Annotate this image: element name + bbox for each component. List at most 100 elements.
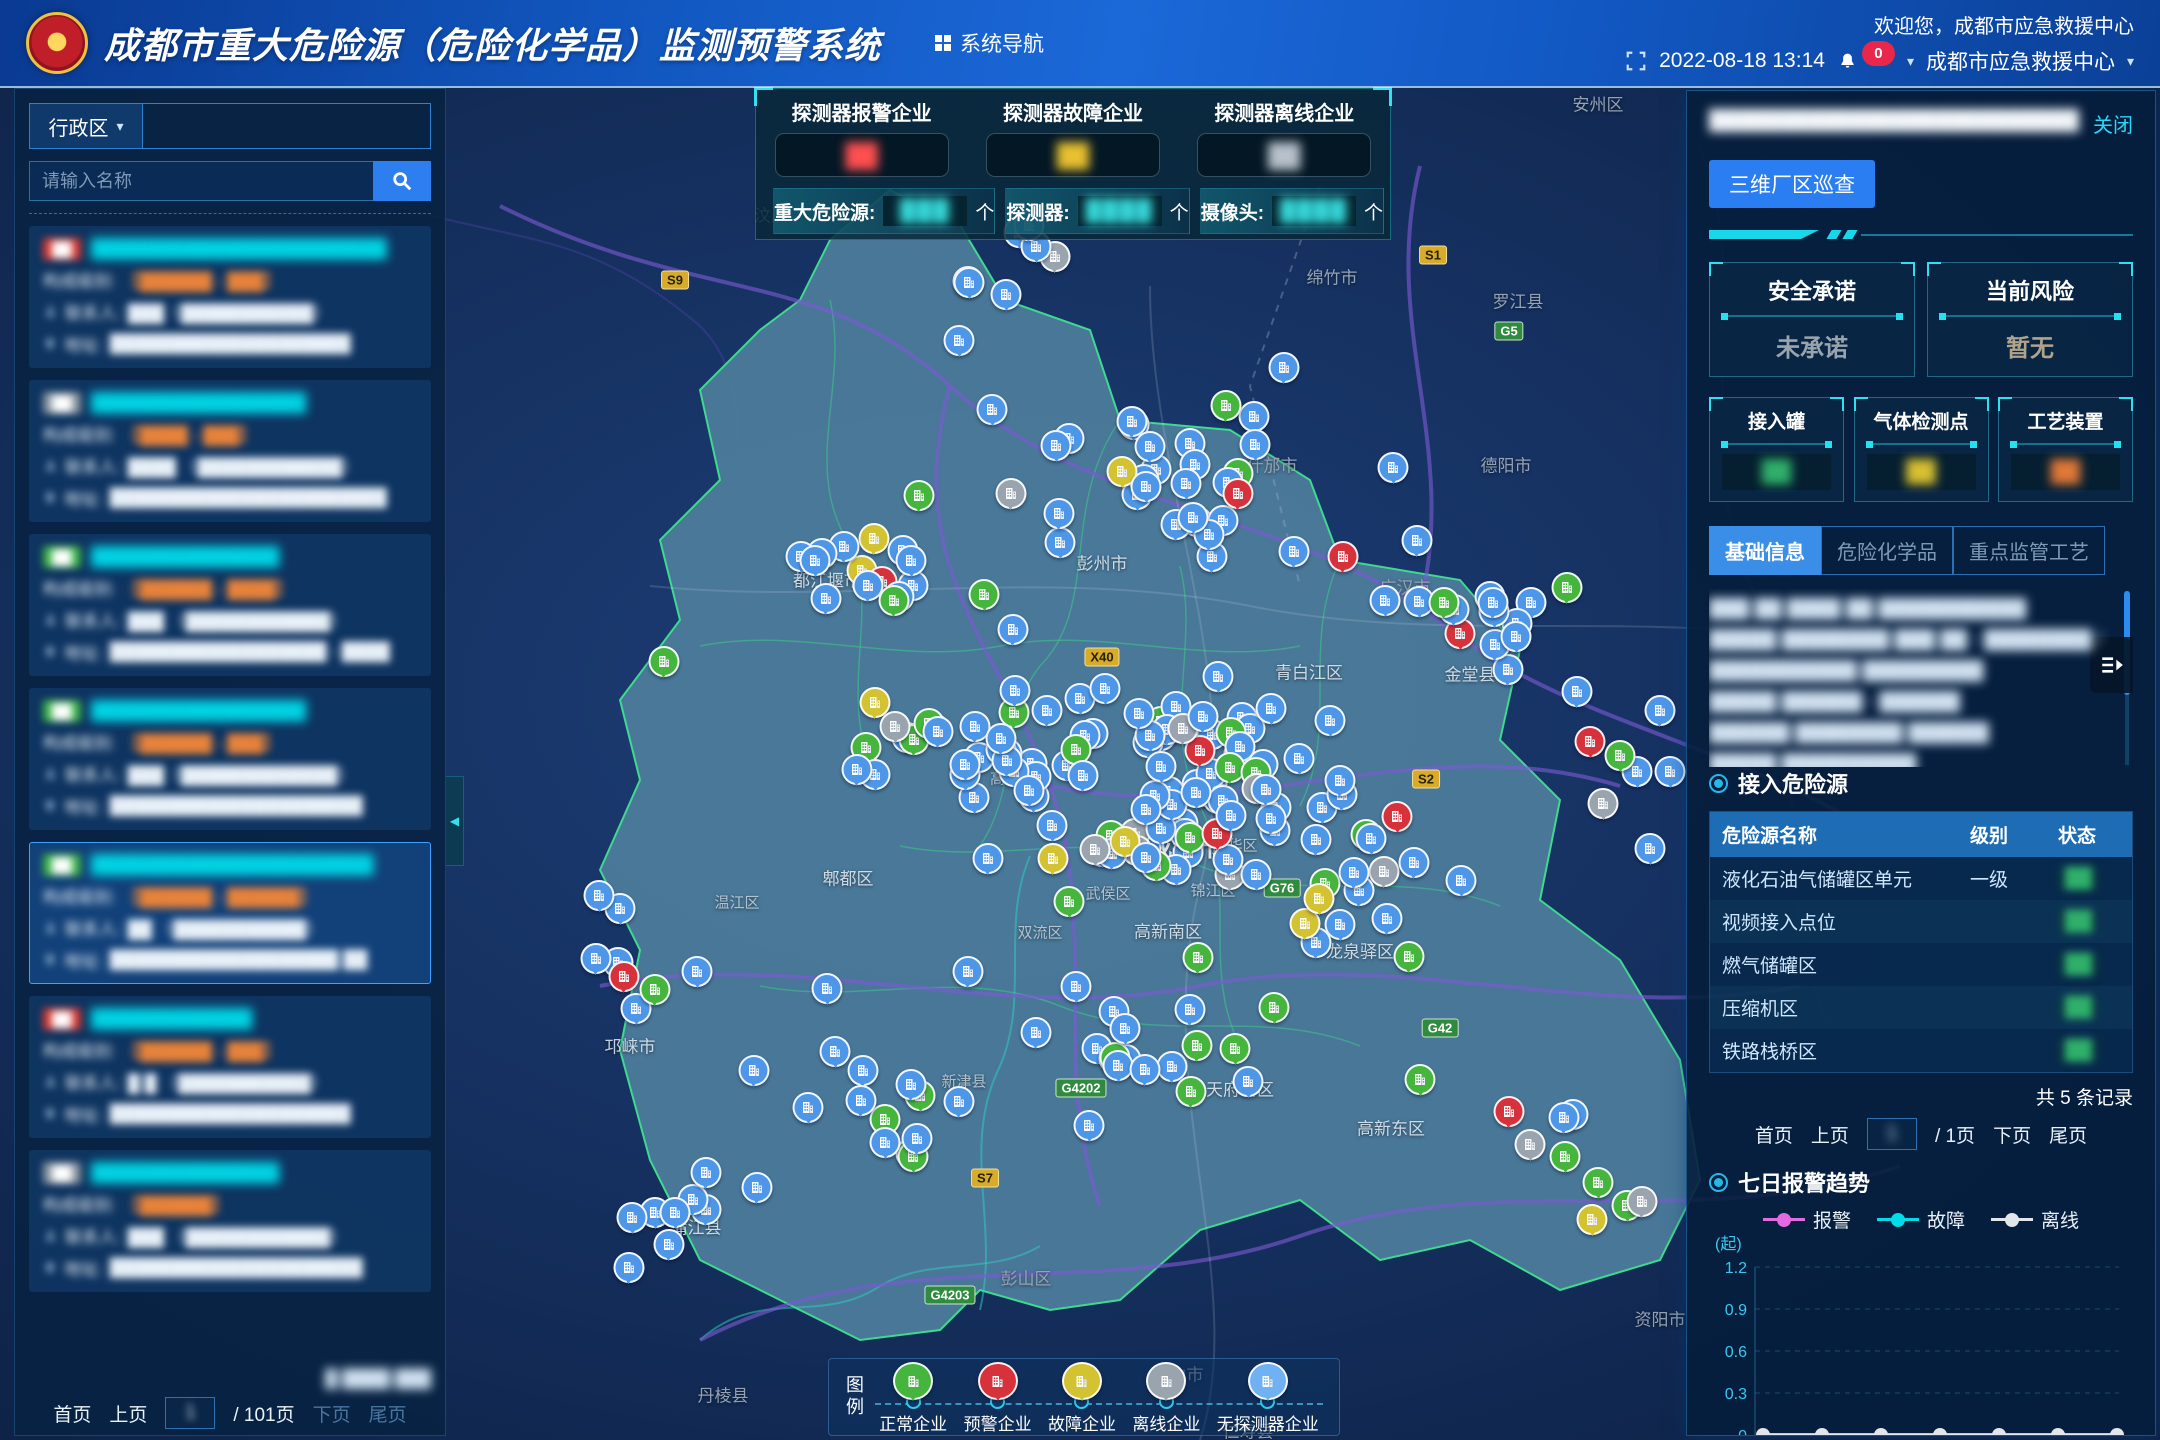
company-list-item[interactable]: ████████████████████████构成级别:【██████ - █… bbox=[29, 226, 431, 368]
map-marker[interactable] bbox=[1300, 824, 1331, 855]
search-button[interactable] bbox=[373, 161, 431, 201]
map-marker[interactable] bbox=[690, 1157, 721, 1188]
map-marker[interactable] bbox=[1338, 857, 1369, 888]
map-marker[interactable] bbox=[878, 585, 909, 616]
map-marker[interactable] bbox=[1501, 621, 1532, 652]
map-marker[interactable] bbox=[845, 1085, 876, 1116]
map-marker[interactable] bbox=[1635, 833, 1666, 864]
map-marker[interactable] bbox=[1393, 941, 1424, 972]
sidebar-collapse-handle[interactable] bbox=[446, 776, 464, 866]
map-marker[interactable] bbox=[870, 1127, 901, 1158]
map-marker[interactable] bbox=[922, 716, 953, 747]
map-marker[interactable] bbox=[944, 325, 975, 356]
map-marker[interactable] bbox=[1256, 693, 1287, 724]
map-marker[interactable] bbox=[1259, 992, 1290, 1023]
close-button[interactable]: 关闭 bbox=[2093, 109, 2133, 138]
map-marker[interactable] bbox=[1130, 794, 1161, 825]
map-marker[interactable] bbox=[1655, 756, 1686, 787]
system-nav-button[interactable]: 系统导航 bbox=[935, 28, 1044, 58]
map-marker[interactable] bbox=[1446, 865, 1477, 896]
tab-危险化学品[interactable]: 危险化学品 bbox=[1821, 526, 1953, 575]
map-marker[interactable] bbox=[1041, 430, 1072, 461]
map-marker[interactable] bbox=[985, 723, 1016, 754]
map-marker[interactable] bbox=[1477, 587, 1508, 618]
company-list-item[interactable]: ██████████████构成级别:【██████ - ███】联系人:█ █… bbox=[29, 996, 431, 1138]
map-marker[interactable] bbox=[1020, 1017, 1051, 1048]
map-marker[interactable] bbox=[613, 1252, 644, 1283]
map-marker[interactable] bbox=[901, 1123, 932, 1154]
region-select[interactable]: 行政区 ▾ bbox=[30, 104, 143, 148]
map-marker[interactable] bbox=[1304, 883, 1335, 914]
user-menu[interactable]: 成都市应急救援中心 bbox=[1926, 46, 2115, 76]
map-marker[interactable] bbox=[1123, 698, 1154, 729]
map-marker[interactable] bbox=[977, 394, 1008, 425]
map-marker[interactable] bbox=[896, 545, 927, 576]
map-marker[interactable] bbox=[1182, 942, 1213, 973]
map-marker[interactable] bbox=[1175, 822, 1206, 853]
map-marker[interactable] bbox=[1054, 886, 1085, 917]
map-marker[interactable] bbox=[1014, 775, 1045, 806]
map-marker[interactable] bbox=[648, 646, 679, 677]
hazard-table-row[interactable]: 视频接入点位██ bbox=[1710, 900, 2132, 943]
map-marker[interactable] bbox=[800, 545, 831, 576]
map-marker[interactable] bbox=[841, 754, 872, 785]
map-marker[interactable] bbox=[943, 1086, 974, 1117]
map-marker[interactable] bbox=[1181, 1030, 1212, 1061]
map-marker[interactable] bbox=[793, 1092, 824, 1123]
map-marker[interactable] bbox=[617, 1202, 648, 1233]
map-marker[interactable] bbox=[1037, 810, 1068, 841]
map-marker[interactable] bbox=[997, 614, 1028, 645]
map-marker[interactable] bbox=[1240, 429, 1271, 460]
map-marker[interactable] bbox=[580, 943, 611, 974]
map-marker[interactable] bbox=[999, 675, 1030, 706]
region-value-field[interactable] bbox=[143, 104, 430, 148]
map-marker[interactable] bbox=[903, 480, 934, 511]
map-marker[interactable] bbox=[1061, 971, 1092, 1002]
map-marker[interactable] bbox=[950, 749, 981, 780]
map-marker[interactable] bbox=[1215, 800, 1246, 831]
first-page-button[interactable]: 首页 bbox=[53, 1400, 91, 1427]
search-input[interactable] bbox=[29, 161, 373, 201]
3d-tour-button[interactable]: 三维厂区巡查 bbox=[1709, 160, 1875, 208]
map-marker[interactable] bbox=[1371, 903, 1402, 934]
map-marker[interactable] bbox=[1130, 842, 1161, 873]
map-marker[interactable] bbox=[1382, 801, 1413, 832]
map-marker[interactable] bbox=[820, 1036, 851, 1067]
map-marker[interactable] bbox=[1493, 1096, 1524, 1127]
map-marker[interactable] bbox=[995, 478, 1026, 509]
map-marker[interactable] bbox=[1074, 1110, 1105, 1141]
map-marker[interactable] bbox=[812, 973, 843, 1004]
legend-entry[interactable]: 故障 bbox=[1877, 1206, 1965, 1233]
next-page-button[interactable]: 下页 bbox=[1993, 1121, 2031, 1148]
bell-icon[interactable] bbox=[1837, 51, 1858, 72]
map-marker[interactable] bbox=[1134, 431, 1165, 462]
map-marker[interactable] bbox=[660, 1197, 691, 1228]
map-marker[interactable] bbox=[991, 279, 1022, 310]
map-marker[interactable] bbox=[1315, 705, 1346, 736]
company-list-item[interactable]: ████████████████构成级别:【██████】联系人:███ （██… bbox=[29, 1150, 431, 1292]
map-marker[interactable] bbox=[1037, 843, 1068, 874]
map-marker[interactable] bbox=[1268, 352, 1299, 383]
map-marker[interactable] bbox=[608, 961, 639, 992]
map-marker[interactable] bbox=[1175, 1076, 1206, 1107]
map-marker[interactable] bbox=[1577, 1204, 1608, 1235]
map-marker[interactable] bbox=[1187, 701, 1218, 732]
map-marker[interactable] bbox=[639, 974, 670, 1005]
map-marker[interactable] bbox=[810, 583, 841, 614]
map-marker[interactable] bbox=[1401, 525, 1432, 556]
page-input[interactable]: 1 bbox=[1867, 1118, 1917, 1150]
map-marker[interactable] bbox=[972, 843, 1003, 874]
map-marker[interactable] bbox=[1605, 740, 1636, 771]
first-page-button[interactable]: 首页 bbox=[1755, 1121, 1793, 1148]
map-marker[interactable] bbox=[1583, 1167, 1614, 1198]
map-marker[interactable] bbox=[1233, 1066, 1264, 1097]
tab-基础信息[interactable]: 基础信息 bbox=[1709, 526, 1821, 575]
map-marker[interactable] bbox=[1222, 478, 1253, 509]
next-page-button[interactable]: 下页 bbox=[313, 1400, 351, 1427]
map-marker[interactable] bbox=[1129, 1054, 1160, 1085]
map-marker[interactable] bbox=[1428, 587, 1459, 618]
map-marker[interactable] bbox=[682, 956, 713, 987]
map-marker[interactable] bbox=[1178, 502, 1209, 533]
company-list-item[interactable]: ███████████████████████构成级别:【██████ - ██… bbox=[29, 842, 431, 984]
map-marker[interactable] bbox=[1550, 1141, 1581, 1172]
